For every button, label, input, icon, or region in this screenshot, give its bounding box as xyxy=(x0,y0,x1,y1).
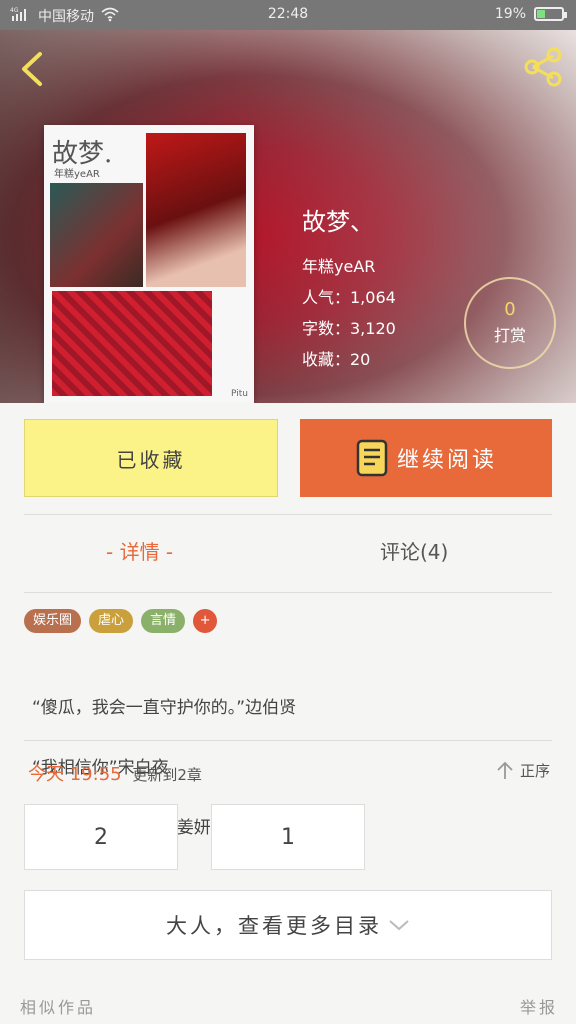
chevron-down-icon xyxy=(389,920,409,931)
book-word-count: 字数：3,120 xyxy=(302,319,396,338)
book-popularity: 人气：1,064 xyxy=(302,288,396,307)
cover-photo xyxy=(50,183,143,287)
favorite-button[interactable]: 已收藏 xyxy=(24,419,278,497)
summary-line: “傻瓜，我会一直守护你的。”边伯贤 xyxy=(32,698,297,718)
back-button[interactable] xyxy=(14,48,54,88)
chapter-item[interactable]: 2 xyxy=(24,804,178,870)
reward-button[interactable]: 0 打赏 xyxy=(464,277,556,369)
divider xyxy=(24,740,552,741)
reward-count: 0 xyxy=(504,299,516,320)
clock: 22:48 xyxy=(267,6,309,22)
share-icon xyxy=(524,47,562,87)
add-tag-button[interactable]: + xyxy=(193,609,218,633)
chevron-left-icon xyxy=(22,52,42,86)
more-catalog-button[interactable]: 大人，查看更多目录 xyxy=(24,890,552,960)
tab-comments[interactable]: 评论(4) xyxy=(380,536,448,565)
book-icon xyxy=(356,439,388,477)
favorite-label: 已收藏 xyxy=(116,447,186,472)
tag-chip[interactable]: 娱乐圈 xyxy=(24,609,82,633)
share-button[interactable] xyxy=(520,44,566,90)
book-info: 故梦、 年糕yeAR 人气：1,064 字数：3,120 收藏：20 xyxy=(302,202,396,375)
battery-percent: 19% xyxy=(494,6,526,22)
tag-chip[interactable]: 虐心 xyxy=(89,609,134,633)
battery-icon xyxy=(534,7,567,21)
chapter-item[interactable]: 1 xyxy=(211,804,365,870)
cover-photo xyxy=(52,291,212,396)
more-catalog-label: 大人，查看更多目录 xyxy=(166,914,382,938)
cover-signature: Pitu xyxy=(231,389,248,399)
similar-works-link[interactable]: 相似作品 xyxy=(20,994,96,1018)
tag-chip[interactable]: 言情 xyxy=(141,609,186,633)
book-title: 故梦、 xyxy=(302,208,374,236)
tag-list: 娱乐圈 虐心 言情 + xyxy=(24,609,218,633)
divider xyxy=(24,514,552,515)
tab-detail[interactable]: - 详情 - xyxy=(106,536,173,565)
divider xyxy=(24,592,552,593)
book-author[interactable]: 年糕yeAR xyxy=(302,251,396,282)
cover-photo xyxy=(146,133,246,287)
update-text: 更新到2章 xyxy=(132,766,202,784)
continue-reading-button[interactable]: 继续阅读 xyxy=(300,419,552,497)
reward-label: 打赏 xyxy=(493,326,526,345)
status-bar: 4G 中国移动 22:48 19% xyxy=(0,0,576,30)
sort-label: 正序 xyxy=(519,762,550,780)
continue-reading-label: 继续阅读 xyxy=(396,448,497,473)
update-time: 今天 19:55 xyxy=(28,764,122,785)
report-link[interactable]: 举报 xyxy=(520,994,558,1018)
update-info: 今天 19:55 更新到2章 xyxy=(28,760,202,786)
book-favorites: 收藏：20 xyxy=(302,350,371,369)
arrow-up-icon xyxy=(497,761,513,779)
book-cover[interactable]: 故梦. 年糕yeAR Pitu xyxy=(44,125,254,403)
sort-order-button[interactable]: 正序 xyxy=(496,760,550,781)
cover-author: 年糕yeAR xyxy=(54,169,100,180)
book-header: 故梦. 年糕yeAR Pitu 故梦、 年糕yeAR 人气：1,064 字数：3… xyxy=(0,30,576,403)
